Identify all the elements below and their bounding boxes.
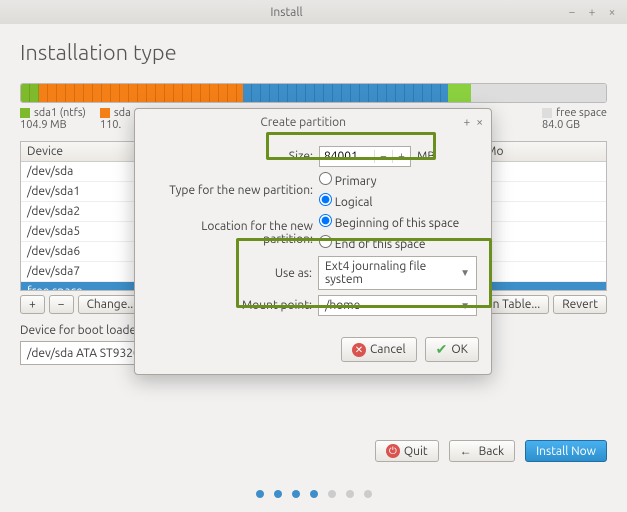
- radio-primary[interactable]: Primary: [319, 172, 377, 188]
- chevron-down-icon: ▼: [460, 300, 470, 312]
- legend-sda1-size: 104.9 MB: [20, 119, 86, 131]
- remove-partition-button[interactable]: −: [49, 295, 74, 314]
- radio-logical[interactable]: Logical: [319, 193, 377, 209]
- partition-seg-orange: [39, 84, 244, 102]
- size-decrement-button[interactable]: −: [374, 150, 392, 163]
- add-partition-button[interactable]: +: [20, 295, 45, 314]
- step-dot[interactable]: [328, 490, 336, 498]
- step-dot[interactable]: [292, 490, 300, 498]
- step-dot[interactable]: [310, 490, 318, 498]
- size-label: Size:: [149, 150, 313, 163]
- page-title: Installation type: [20, 40, 607, 65]
- size-input[interactable]: [320, 147, 374, 166]
- chevron-down-icon: ▼: [460, 267, 470, 279]
- check-icon: ✔: [436, 341, 448, 358]
- install-now-button[interactable]: Install Now: [525, 440, 607, 462]
- mount-point-label: Mount point:: [149, 299, 312, 312]
- create-partition-dialog: Create partition + × Size: − + MB Type fo…: [134, 108, 492, 375]
- power-icon: ⏻: [386, 444, 400, 458]
- window-title: Install: [8, 6, 565, 19]
- radio-loc-end[interactable]: End of this space: [319, 235, 459, 251]
- legend-free-label: free space: [556, 107, 607, 119]
- use-as-select[interactable]: Ext4 journaling file system▼: [318, 256, 477, 290]
- partition-seg-lime: [448, 84, 471, 102]
- partition-location-label: Location for the new partition:: [149, 220, 313, 246]
- size-spinner: − +: [319, 146, 411, 167]
- radio-loc-begin[interactable]: Beginning of this space: [319, 214, 459, 230]
- partition-seg-blue: [243, 84, 448, 102]
- cancel-icon: ✕: [352, 343, 366, 357]
- window-controls: − + ×: [565, 6, 619, 19]
- dialog-add-icon[interactable]: +: [463, 116, 470, 129]
- use-as-label: Use as:: [149, 267, 312, 280]
- mount-point-select[interactable]: /home▼: [318, 295, 477, 316]
- back-arrow-icon: [460, 444, 475, 458]
- window-titlebar: Install − + ×: [0, 0, 627, 24]
- partition-seg-sda1: [21, 84, 39, 102]
- dialog-titlebar: Create partition + ×: [135, 109, 491, 135]
- legend-sda1-label: sda1 (ntfs): [34, 107, 86, 119]
- back-button[interactable]: Back: [449, 440, 515, 462]
- partition-type-label: Type for the new partition:: [149, 184, 313, 197]
- col-mount[interactable]: Mo: [480, 142, 606, 162]
- footer-buttons: ⏻Quit Back Install Now: [375, 440, 607, 462]
- minimize-icon[interactable]: −: [565, 6, 579, 19]
- step-dot[interactable]: [346, 490, 354, 498]
- legend-sda2-label: sda: [114, 107, 131, 119]
- dialog-title: Create partition: [143, 116, 463, 129]
- swatch-icon: [20, 108, 30, 118]
- close-icon[interactable]: ×: [605, 6, 619, 19]
- swatch-icon: [542, 108, 552, 118]
- step-dot[interactable]: [274, 490, 282, 498]
- dialog-close-icon[interactable]: ×: [476, 116, 483, 129]
- step-dot[interactable]: [364, 490, 372, 498]
- maximize-icon[interactable]: +: [585, 6, 599, 19]
- step-dot[interactable]: [256, 490, 264, 498]
- legend-free-size: 84.0 GB: [542, 119, 607, 131]
- disk-usage-bar: [20, 83, 607, 103]
- cancel-button[interactable]: ✕Cancel: [341, 337, 417, 362]
- partition-seg-free: [471, 84, 606, 102]
- wizard-dots: [0, 490, 627, 498]
- quit-button[interactable]: ⏻Quit: [375, 440, 439, 462]
- ok-button[interactable]: ✔OK: [425, 337, 479, 362]
- revert-button[interactable]: Revert: [553, 295, 607, 314]
- legend-sda2-size: 110.: [100, 119, 131, 131]
- size-increment-button[interactable]: +: [392, 150, 410, 163]
- swatch-icon: [100, 108, 110, 118]
- size-unit: MB: [417, 150, 435, 163]
